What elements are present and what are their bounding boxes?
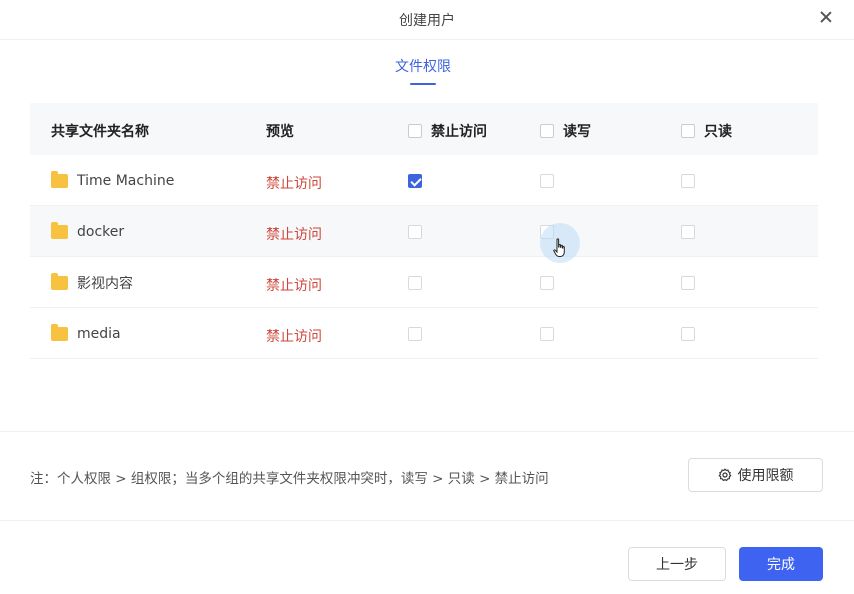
create-user-dialog: 创建用户 文件权限 共享文件夹名称 预览 禁止访问 读写 只读 Time Mac… bbox=[0, 0, 854, 594]
close-icon[interactable] bbox=[818, 9, 834, 25]
table-row: docker 禁止访问 bbox=[30, 206, 818, 257]
header-readonly-checkbox[interactable] bbox=[681, 124, 695, 138]
preview-status: 禁止访问 bbox=[266, 226, 322, 243]
deny-checkbox[interactable] bbox=[408, 326, 422, 341]
folder-icon bbox=[51, 221, 68, 239]
header-readwrite-checkbox[interactable] bbox=[540, 124, 554, 138]
header-deny-checkbox[interactable] bbox=[408, 124, 422, 138]
readonly-checkbox[interactable] bbox=[681, 275, 695, 290]
done-button[interactable]: 完成 bbox=[739, 547, 823, 581]
readwrite-checkbox[interactable] bbox=[540, 326, 554, 341]
header-readwrite: 读写 bbox=[540, 121, 591, 141]
folder-icon bbox=[51, 170, 68, 188]
readonly-checkbox[interactable] bbox=[681, 326, 695, 341]
readonly-checkbox[interactable] bbox=[681, 173, 695, 188]
header-readonly-label: 只读 bbox=[704, 124, 732, 140]
deny-checkbox[interactable] bbox=[408, 275, 422, 290]
tab-file-permissions[interactable]: 文件权限 bbox=[384, 56, 462, 76]
table-row: Time Machine 禁止访问 bbox=[30, 155, 818, 206]
preview-status: 禁止访问 bbox=[266, 277, 322, 294]
permission-note: 注：个人权限 > 组权限；当多个组的共享文件夹权限冲突时，读写 > 只读 > 禁… bbox=[30, 471, 549, 487]
permissions-table: 共享文件夹名称 预览 禁止访问 读写 只读 Time Machine 禁止访问 bbox=[30, 103, 818, 359]
readwrite-checkbox[interactable] bbox=[540, 275, 554, 290]
folder-name: Time Machine bbox=[77, 172, 175, 189]
folder-name: media bbox=[77, 325, 121, 342]
preview-status: 禁止访问 bbox=[266, 328, 322, 345]
dialog-title: 创建用户 bbox=[399, 13, 455, 29]
preview-status: 禁止访问 bbox=[266, 175, 322, 192]
folder-name: 影视内容 bbox=[77, 275, 133, 292]
table-row: 影视内容 禁止访问 bbox=[30, 257, 818, 308]
use-quota-button[interactable]: 使用限额 bbox=[688, 458, 823, 492]
header-readwrite-label: 读写 bbox=[563, 124, 591, 140]
hand-cursor-icon bbox=[553, 238, 565, 257]
deny-checkbox[interactable] bbox=[408, 173, 422, 188]
header-deny-label: 禁止访问 bbox=[431, 124, 487, 140]
use-quota-label: 使用限额 bbox=[737, 468, 794, 484]
folder-name: docker bbox=[77, 223, 125, 240]
gear-icon bbox=[718, 468, 731, 482]
readwrite-checkbox[interactable] bbox=[540, 173, 554, 188]
section-divider bbox=[0, 431, 854, 432]
table-header: 共享文件夹名称 预览 禁止访问 读写 只读 bbox=[30, 103, 818, 155]
footer-divider bbox=[0, 520, 854, 521]
tab-active-indicator bbox=[410, 83, 436, 85]
header-folder-name: 共享文件夹名称 bbox=[51, 124, 149, 140]
header-preview: 预览 bbox=[266, 124, 294, 140]
readonly-checkbox[interactable] bbox=[681, 224, 695, 239]
deny-checkbox[interactable] bbox=[408, 224, 422, 239]
table-row: media 禁止访问 bbox=[30, 308, 818, 359]
previous-step-button[interactable]: 上一步 bbox=[628, 547, 726, 581]
folder-icon bbox=[51, 272, 68, 290]
dialog-header: 创建用户 bbox=[0, 0, 854, 40]
header-readonly: 只读 bbox=[681, 121, 732, 141]
header-deny: 禁止访问 bbox=[408, 121, 487, 141]
folder-icon bbox=[51, 323, 68, 341]
